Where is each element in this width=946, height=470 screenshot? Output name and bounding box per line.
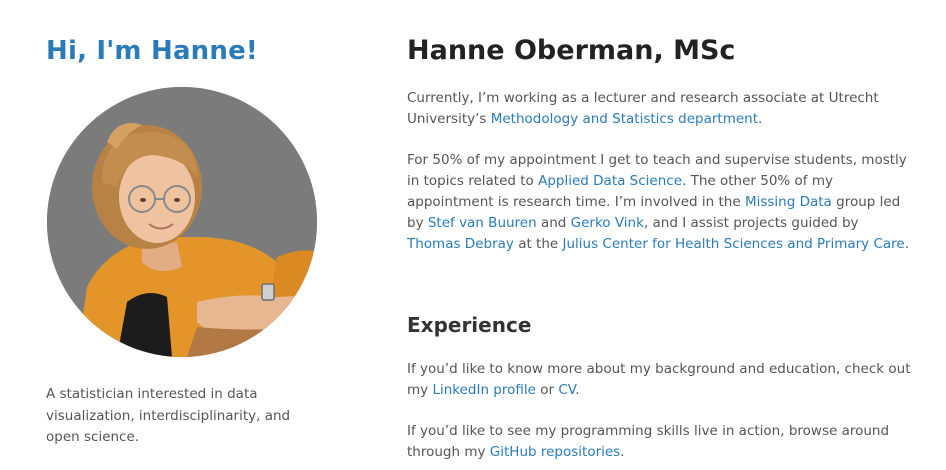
thomas-debray-link[interactable]: Thomas Debray bbox=[407, 236, 514, 252]
name-heading: Hanne Oberman, MSc bbox=[407, 35, 736, 66]
programming-paragraph: If you’d like to see my programming skil… bbox=[407, 421, 912, 463]
profile-photo bbox=[47, 87, 317, 357]
applied-data-science-link[interactable]: Applied Data Science bbox=[538, 173, 682, 189]
background-paragraph: If you’d like to know more about my back… bbox=[407, 359, 912, 401]
background-text: or bbox=[535, 382, 559, 398]
github-repositories-link[interactable]: GitHub repositories bbox=[490, 444, 620, 460]
appointment-text: at the bbox=[513, 236, 563, 252]
avatar bbox=[47, 87, 317, 357]
intro-text-end: . bbox=[758, 111, 763, 127]
julius-center-link[interactable]: Julius Center for Health Sciences and Pr… bbox=[563, 236, 905, 252]
cv-link[interactable]: CV bbox=[558, 382, 575, 398]
stef-van-buuren-link[interactable]: Stef van Buuren bbox=[428, 215, 537, 231]
methodology-department-link[interactable]: Methodology and Statistics department bbox=[491, 111, 758, 127]
page: Hi, I'm Hanne! A statistician interested… bbox=[0, 0, 946, 470]
appointment-text: , and I assist projects guided by bbox=[643, 215, 859, 231]
appointment-text-end: . bbox=[904, 236, 909, 252]
greeting-heading: Hi, I'm Hanne! bbox=[46, 36, 258, 66]
tagline: A statistician interested in data visual… bbox=[46, 386, 291, 445]
experience-heading: Experience bbox=[407, 313, 532, 337]
intro-paragraph: Currently, I’m working as a lecturer and… bbox=[407, 88, 912, 130]
background-text-end: . bbox=[575, 382, 580, 398]
missing-data-link[interactable]: Missing Data bbox=[745, 194, 832, 210]
appointment-text: and bbox=[536, 215, 571, 231]
programming-text-end: . bbox=[620, 444, 625, 460]
linkedin-profile-link[interactable]: LinkedIn profile bbox=[432, 382, 536, 398]
programming-text: If you’d like to see my programming skil… bbox=[407, 423, 890, 460]
gerko-vink-link[interactable]: Gerko Vink bbox=[571, 215, 644, 231]
appointment-paragraph: For 50% of my appointment I get to teach… bbox=[407, 150, 912, 255]
